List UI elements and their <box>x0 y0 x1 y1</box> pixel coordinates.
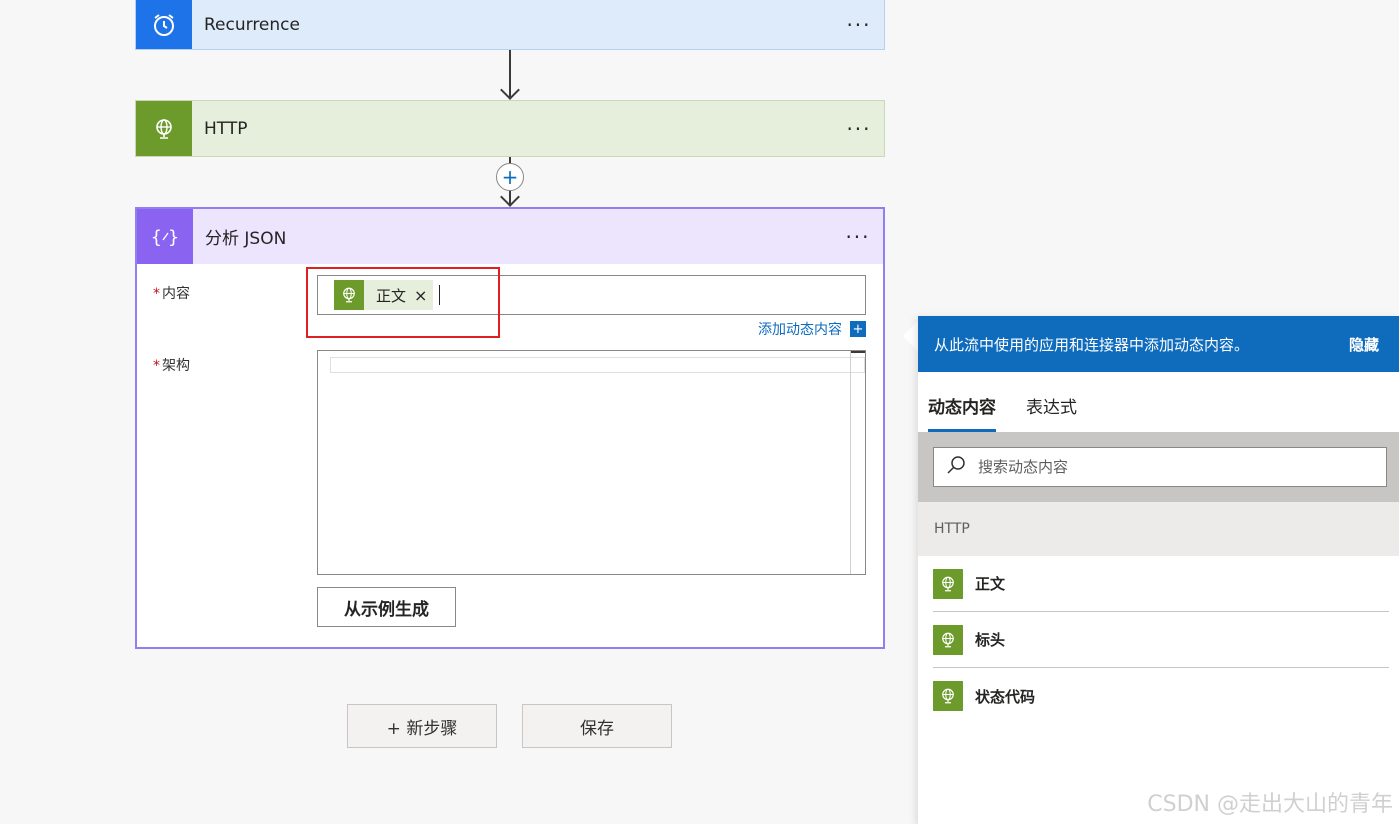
search-icon <box>946 455 966 479</box>
http-more-button[interactable]: ··· <box>834 119 884 139</box>
recurrence-header[interactable]: Recurrence ··· <box>136 0 884 49</box>
new-step-button[interactable]: + 新步骤 <box>347 704 497 748</box>
parse-json-more-button[interactable]: ··· <box>833 227 883 247</box>
schema-scrollbar-thumb[interactable] <box>851 351 865 353</box>
recurrence-more-button[interactable]: ··· <box>834 15 884 35</box>
http-card[interactable]: HTTP ··· <box>135 100 885 157</box>
search-input[interactable] <box>978 458 1386 476</box>
panel-header-text: 从此流中使用的应用和连接器中添加动态内容。 <box>934 335 1250 354</box>
search-area <box>918 432 1399 502</box>
schema-label-text: 架构 <box>162 358 190 374</box>
required-mark: * <box>153 358 160 374</box>
alarm-clock-icon <box>136 0 192 49</box>
required-mark: * <box>153 286 160 302</box>
content-label: * 内容 <box>153 283 190 303</box>
hide-panel-button[interactable]: 隐藏 <box>1349 334 1379 355</box>
search-box[interactable] <box>933 447 1387 487</box>
recurrence-card[interactable]: Recurrence ··· <box>135 0 885 50</box>
globe-icon <box>933 568 963 599</box>
parse-json-title: 分析 JSON <box>205 229 287 249</box>
section-header-http: HTTP <box>918 502 1399 556</box>
panel-header: 从此流中使用的应用和连接器中添加动态内容。 隐藏 <box>918 316 1399 372</box>
generate-from-sample-button[interactable]: 从示例生成 <box>317 587 456 627</box>
watermark: CSDN @走出大山的青年 <box>1147 792 1393 817</box>
insert-step-button[interactable]: + <box>496 163 524 191</box>
schema-scrollbar[interactable] <box>850 351 851 574</box>
dynamic-item-status-code[interactable]: 状态代码 <box>933 668 1389 724</box>
parse-json-card: { } 分析 JSON ··· * 内容 正文 × 添加动态内容 + * 架构 从示… <box>135 207 885 649</box>
tab-expression[interactable]: 表达式 <box>1026 393 1077 432</box>
dynamic-content-panel: 从此流中使用的应用和连接器中添加动态内容。 隐藏 动态内容 表达式 HTTP 正… <box>918 316 1399 824</box>
recurrence-title: Recurrence <box>204 14 300 35</box>
schema-label: * 架构 <box>153 355 190 375</box>
content-label-text: 内容 <box>162 286 190 302</box>
braces-icon: { } <box>137 209 193 264</box>
schema-editor[interactable] <box>317 350 866 575</box>
plus-icon: + <box>850 321 866 337</box>
dynamic-item-label: 标头 <box>975 631 1006 649</box>
dynamic-item-headers[interactable]: 标头 <box>933 612 1389 668</box>
panel-tabs: 动态内容 表达式 <box>918 372 1399 432</box>
arrow-down-icon <box>500 80 520 100</box>
globe-icon <box>933 624 963 655</box>
highlight-annotation <box>306 267 500 338</box>
add-dynamic-content-link[interactable]: 添加动态内容 + <box>758 319 866 339</box>
http-header[interactable]: HTTP ··· <box>136 101 884 156</box>
dynamic-item-label: 状态代码 <box>975 687 1036 706</box>
save-button[interactable]: 保存 <box>522 704 672 748</box>
tab-dynamic-content[interactable]: 动态内容 <box>928 393 996 432</box>
schema-current-line <box>330 357 865 373</box>
panel-pointer <box>903 320 919 352</box>
globe-icon <box>933 681 963 711</box>
dynamic-content-list: 正文 标头 状态代码 <box>918 556 1399 724</box>
http-title: HTTP <box>204 118 248 139</box>
globe-icon <box>136 101 192 156</box>
dynamic-item-label: 正文 <box>975 575 1006 593</box>
add-dynamic-content-label: 添加动态内容 <box>758 322 842 338</box>
dynamic-item-body[interactable]: 正文 <box>933 556 1389 612</box>
parse-json-header[interactable]: { } 分析 JSON ··· <box>137 209 883 264</box>
